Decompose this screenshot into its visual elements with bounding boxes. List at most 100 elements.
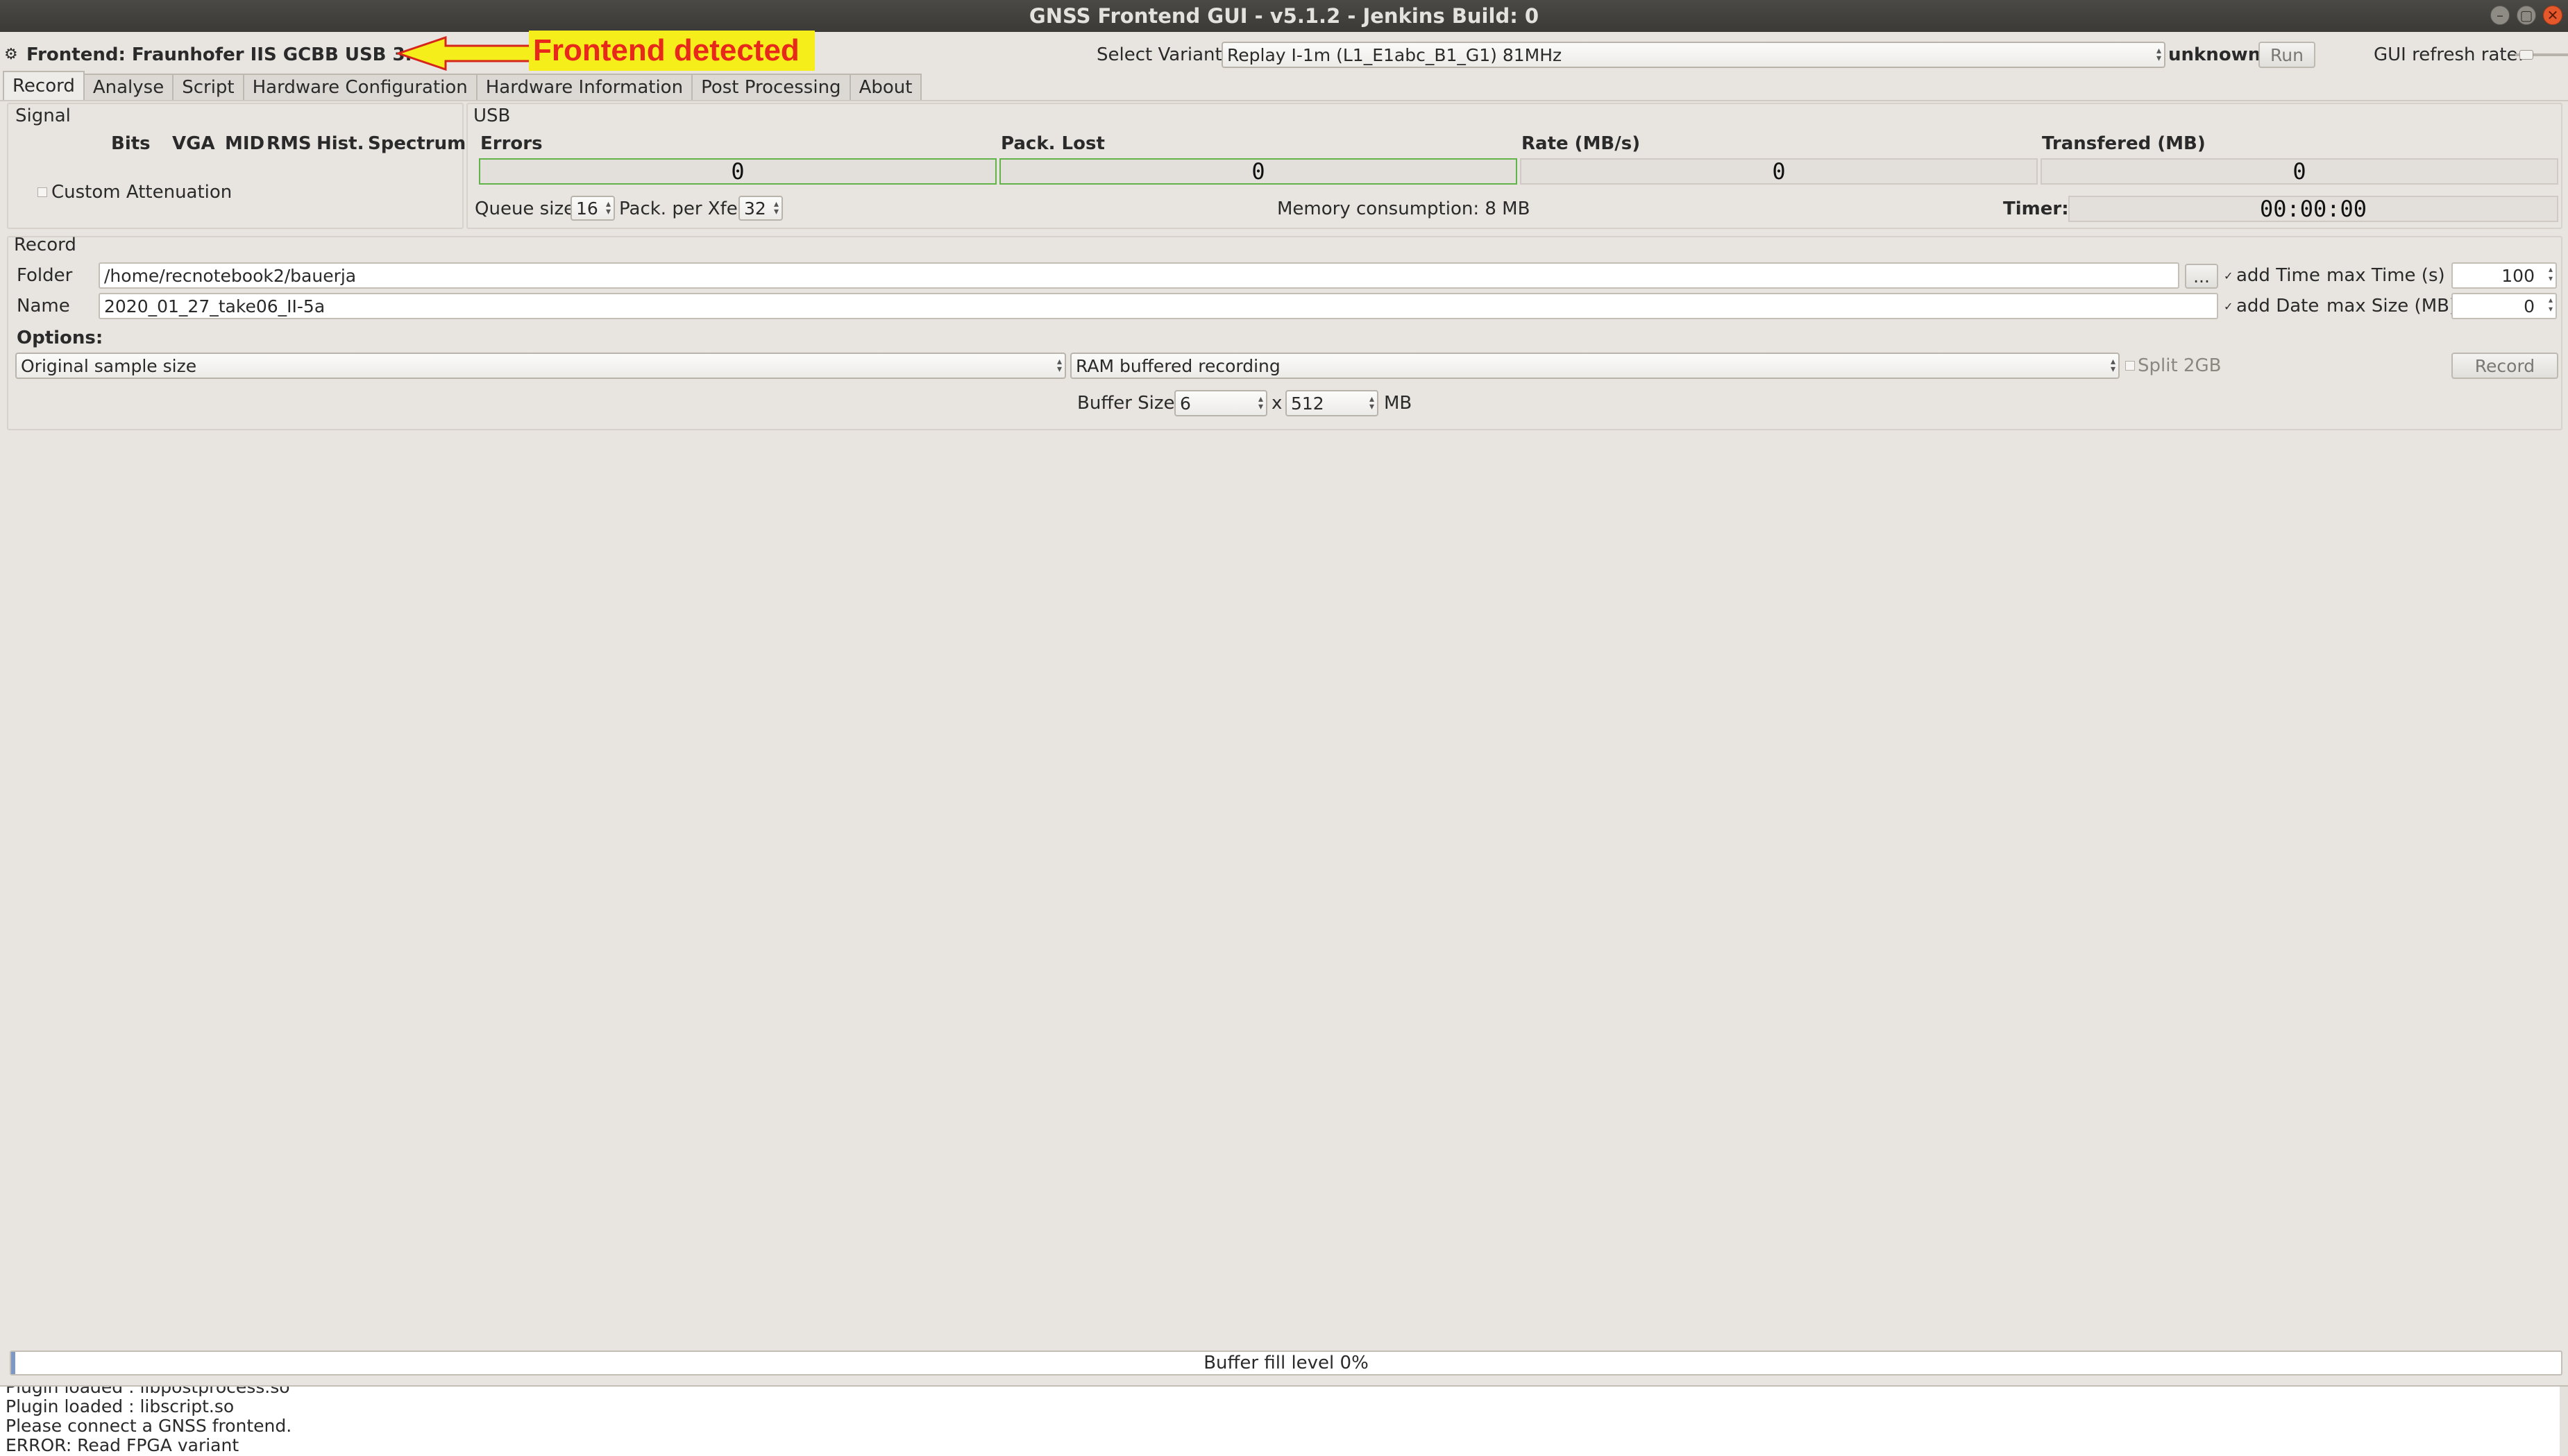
annotation-arrow-icon [397, 36, 533, 71]
signal-group [7, 103, 464, 229]
minimize-icon[interactable]: – [2490, 6, 2510, 25]
folder-field[interactable]: /home/recnotebook2/bauerja [99, 262, 2179, 289]
log-line: ERROR: Read FPGA variant [6, 1435, 239, 1455]
tab-hardware-information[interactable]: Hardware Information [475, 74, 693, 100]
errors-label: Errors [480, 133, 543, 154]
buffer-fill-progress: Buffer fill level 0% [10, 1351, 2562, 1375]
close-icon[interactable]: ✕ [2543, 6, 2562, 25]
max-size-spinbox[interactable]: 0 ▴ ▾ [2451, 293, 2557, 319]
tab-script[interactable]: Script [172, 74, 244, 100]
browse-button[interactable]: ... [2185, 264, 2218, 289]
pack-per-xfer-value: 32 [744, 198, 766, 219]
chevron-updown-icon: ▴ ▾ [1258, 393, 1263, 412]
sample-size-select[interactable]: Original sample size ▴ ▾ [15, 353, 1066, 379]
log-line: Please connect a GNSS frontend. [6, 1416, 292, 1436]
buffer-count-value: 6 [1180, 393, 1191, 414]
variant-value: Replay I-1m (L1_E1abc_B1_G1) 81MHz [1227, 44, 1562, 65]
errors-display: 0 [479, 158, 997, 185]
queue-size-value: 16 [576, 198, 598, 219]
name-label: Name [17, 296, 70, 316]
signal-col-hist: Hist. [316, 133, 364, 154]
progress-label: Buffer fill level 0% [1203, 1353, 1369, 1373]
rate-label: Rate (MB/s) [1521, 133, 1641, 154]
tab-post-processing[interactable]: Post Processing [691, 74, 851, 100]
gear-icon[interactable]: ⚙ [4, 46, 18, 63]
recording-mode-select[interactable]: RAM buffered recording ▴ ▾ [1070, 353, 2120, 379]
buffer-size-label: Buffer Size: [1077, 393, 1181, 414]
slider-handle[interactable] [2519, 50, 2533, 60]
transfered-label: Transfered (MB) [2042, 133, 2206, 154]
variant-select[interactable]: Replay I-1m (L1_E1abc_B1_G1) 81MHz ▴ ▾ [1222, 42, 2165, 68]
queue-size-label: Queue size [475, 198, 575, 219]
rate-display: 0 [1520, 158, 2038, 185]
window-title: GNSS Frontend GUI - v5.1.2 - Jenkins Bui… [1029, 4, 1539, 28]
split-2gb-label: Split 2GB [2138, 355, 2222, 376]
add-date-label: add Date [2236, 296, 2320, 316]
memory-consumption: Memory consumption: 8 MB [1277, 198, 1530, 219]
signal-title: Signal [15, 105, 71, 126]
options-label: Options: [17, 328, 103, 348]
name-field[interactable]: 2020_01_27_take06_II-5a [99, 293, 2218, 319]
pack-per-xfer-label: Pack. per Xfer [619, 198, 745, 219]
sample-size-value: Original sample size [21, 355, 197, 376]
tab-record[interactable]: Record [3, 71, 85, 100]
progress-fill [11, 1352, 15, 1374]
chevron-updown-icon: ▴ ▾ [605, 198, 611, 217]
timer-display: 00:00:00 [2068, 196, 2558, 222]
tab-analyse[interactable]: Analyse [83, 74, 174, 100]
chevron-updown-icon: ▴ ▾ [1369, 393, 1374, 412]
annotation-label: Frontend detected [529, 31, 815, 71]
transfered-display: 0 [2041, 158, 2558, 185]
window-titlebar: GNSS Frontend GUI - v5.1.2 - Jenkins Bui… [0, 0, 2568, 32]
buffer-size-select[interactable]: 512 ▴ ▾ [1285, 390, 1378, 416]
chevron-updown-icon: ▴ ▾ [1056, 355, 1062, 375]
signal-col-spectrum: Spectrum [368, 133, 466, 154]
split-2gb-checkbox[interactable] [2125, 361, 2135, 371]
queue-size-select[interactable]: 16 ▴ ▾ [571, 196, 615, 221]
record-button[interactable]: Record [2451, 353, 2558, 379]
buffer-size-value: 512 [1291, 393, 1324, 414]
pack-per-xfer-select[interactable]: 32 ▴ ▾ [738, 196, 783, 221]
max-time-value: 100 [2501, 265, 2535, 286]
tab-about[interactable]: About [849, 74, 922, 100]
log-scrollbar[interactable] [2560, 1387, 2568, 1456]
signal-col-mid: MID [225, 133, 265, 154]
refresh-rate-label: GUI refresh rate: [2374, 44, 2524, 65]
tab-hardware-configuration[interactable]: Hardware Configuration [242, 74, 478, 100]
log-panel[interactable]: Plugin loaded : libpostprocess.so Plugin… [0, 1385, 2568, 1456]
maximize-icon[interactable]: ▢ [2517, 6, 2536, 25]
add-date-check-icon[interactable]: ✓ [2224, 300, 2233, 313]
max-size-label: max Size (MB) [2326, 296, 2457, 316]
signal-col-vga: VGA [172, 133, 215, 154]
pack-lost-display: 0 [999, 158, 1517, 185]
pack-lost-label: Pack. Lost [1001, 133, 1105, 154]
buffer-unit-label: MB [1384, 393, 1412, 414]
status-label: unknown [2168, 44, 2261, 65]
signal-col-rms: RMS [267, 133, 312, 154]
recording-mode-value: RAM buffered recording [1076, 355, 1281, 376]
log-line: Plugin loaded : libpostprocess.so [6, 1385, 290, 1397]
tab-panel-border [0, 100, 2568, 101]
select-variant-label: Select Variant: [1097, 44, 1228, 65]
max-size-value: 0 [2524, 296, 2535, 316]
buffer-times-label: x [1272, 393, 1283, 414]
folder-label: Folder [17, 265, 73, 286]
run-button[interactable]: Run [2258, 42, 2315, 68]
add-time-check-icon[interactable]: ✓ [2224, 269, 2233, 282]
signal-col-bits: Bits [111, 133, 151, 154]
chevron-updown-icon: ▴ ▾ [2156, 44, 2161, 64]
buffer-count-select[interactable]: 6 ▴ ▾ [1174, 390, 1267, 416]
custom-attenuation-label: Custom Attenuation [51, 182, 233, 203]
usb-title: USB [473, 105, 511, 126]
custom-attenuation-checkbox[interactable] [37, 187, 47, 197]
timer-label: Timer: [2003, 198, 2069, 219]
record-title: Record [14, 235, 76, 255]
spinner-arrows-icon[interactable]: ▴ ▾ [2549, 264, 2553, 283]
chevron-updown-icon: ▴ ▾ [2110, 355, 2115, 375]
chevron-updown-icon: ▴ ▾ [773, 198, 779, 217]
spinner-arrows-icon[interactable]: ▴ ▾ [2549, 295, 2553, 314]
add-time-label: add Time [2236, 265, 2320, 286]
max-time-spinbox[interactable]: 100 ▴ ▾ [2451, 262, 2557, 289]
refresh-rate-slider[interactable] [2515, 50, 2568, 60]
tab-bar: Record Analyse Script Hardware Configura… [3, 71, 922, 100]
